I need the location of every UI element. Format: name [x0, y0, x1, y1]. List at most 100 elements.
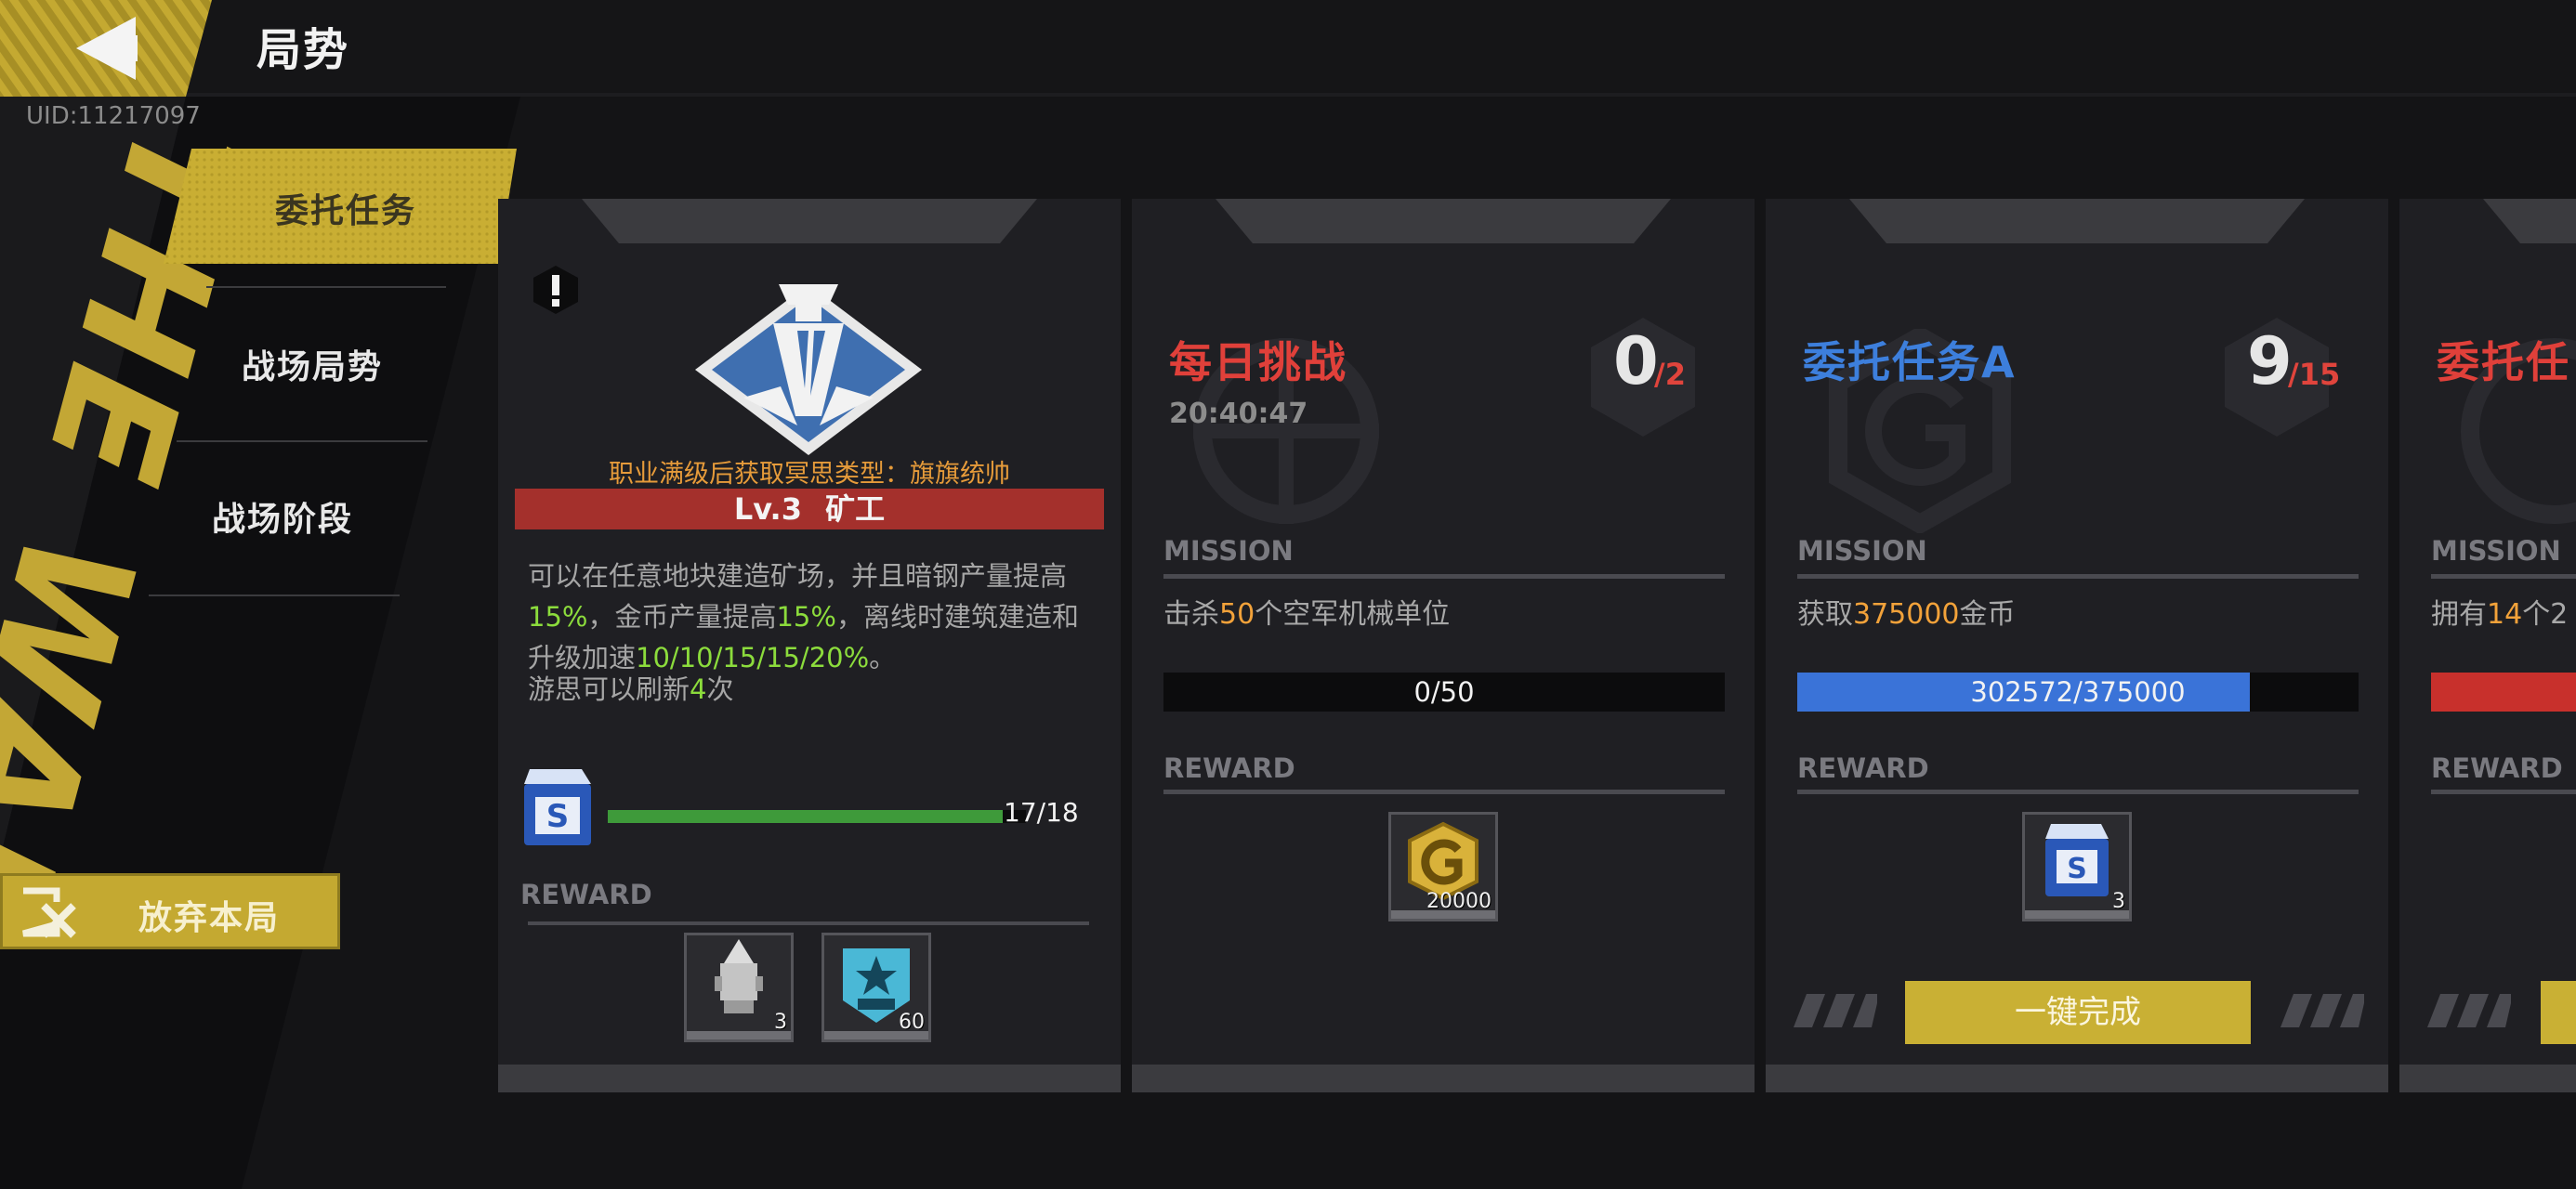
item-rarity-strip	[1391, 910, 1495, 919]
reward-label: REWARD	[1797, 752, 1929, 784]
counter-current: 0	[1613, 323, 1659, 399]
mission-text-part: 拥有	[2431, 598, 2487, 631]
mission-progress-bar: 302572/375000	[1797, 673, 2359, 712]
section-divider	[2431, 574, 2576, 579]
counter-total: /15	[2288, 357, 2341, 392]
profession-name: 矿工	[825, 491, 886, 527]
abandon-match-button[interactable]: 放弃本局	[0, 873, 340, 949]
mission-progress-bar: 0/50	[1163, 673, 1725, 712]
mission-text: 拥有14个2	[2431, 591, 2568, 632]
countdown-timer: 20:40:47	[1169, 398, 1308, 430]
reward-item[interactable]: 20000	[1388, 812, 1498, 921]
refresh-note: 游思可以刷新4次	[528, 669, 733, 710]
section-divider	[1797, 790, 2359, 794]
mission-label: MISSION	[1163, 535, 1294, 567]
mission-target-value: 14	[2487, 598, 2523, 631]
mission-progress-bar	[2431, 673, 2576, 712]
mission-text: 击杀50个空军机械单位	[1163, 591, 1450, 632]
hatch-decoration	[2280, 994, 2364, 1027]
desc-text: 游思可以刷新	[528, 673, 690, 705]
desc-text: 可以在任意地块建造矿场，并且暗钢产量提高	[528, 560, 1068, 592]
quick-complete-button[interactable]: 一键完成	[1905, 981, 2251, 1044]
reward-label: REWARD	[520, 879, 652, 910]
page-title: 局势	[256, 24, 350, 76]
mission-label: MISSION	[1797, 535, 1927, 567]
item-rarity-strip	[824, 1031, 928, 1039]
mission-title: 委托任务A	[1803, 337, 2017, 387]
section-divider	[528, 921, 1089, 925]
progress-text: 0/50	[1413, 676, 1475, 708]
mission-text-part: 个空军机械单位	[1255, 598, 1451, 631]
mission-card-partial: 委托任 MISSION 拥有14个2 REWARD	[2399, 199, 2576, 1092]
level-bar: Lv.3 矿工	[515, 489, 1104, 529]
mission-title: 委托任	[2437, 337, 2570, 387]
section-divider	[1163, 574, 1725, 579]
back-arrow-icon	[0, 0, 212, 97]
hatch-decoration	[2427, 994, 2511, 1027]
profession-card: 职业满级后获取冥思类型：旗旗统帅 Lv.3 矿工 可以在任意地块建造矿场，并且暗…	[498, 199, 1121, 1092]
desc-text: 次	[706, 673, 734, 705]
svg-text:S: S	[2067, 853, 2087, 885]
exclamation-icon	[533, 266, 578, 314]
mission-title: 每日挑战	[1169, 337, 1347, 387]
profession-description: 可以在任意地块建造矿场，并且暗钢产量提高15%，金币产量提高15%，离线时建筑建…	[528, 555, 1104, 678]
mission-text-part: 金币	[1959, 598, 2016, 631]
section-divider	[1797, 574, 2359, 579]
reward-item[interactable]: S 3	[2022, 812, 2132, 921]
drill-diamond-icon	[695, 284, 922, 455]
nav-divider	[177, 440, 427, 442]
card-bottom-strip	[1132, 1065, 1755, 1092]
nav-item-commission[interactable]: 委托任务	[164, 149, 517, 264]
exp-bar	[608, 810, 1026, 823]
exp-bar-fill	[608, 810, 1003, 823]
mission-target-value: 375000	[1853, 598, 1960, 631]
unlock-note: 职业满级后获取冥思类型：旗旗统帅	[609, 460, 1010, 489]
desc-text: 。	[869, 642, 897, 673]
svg-text:S: S	[546, 798, 570, 835]
supply-box-icon: S	[524, 769, 591, 845]
card-tab	[1216, 199, 1671, 243]
exp-text: 17/18	[1004, 797, 1079, 828]
mission-target-value: 50	[1219, 598, 1255, 631]
mission-label: MISSION	[2431, 535, 2561, 567]
desc-value: 4	[690, 673, 707, 705]
card-tab	[1849, 199, 2305, 243]
card-bottom-strip	[2399, 1065, 2576, 1092]
nav-divider	[149, 594, 400, 596]
reward-label: REWARD	[2431, 752, 2563, 784]
abandon-label: 放弃本局	[138, 899, 281, 937]
exit-icon	[22, 887, 76, 938]
mission-text: 获取375000金币	[1797, 591, 2016, 632]
nav-divider	[206, 286, 446, 288]
uid-label: UID:11217097	[26, 102, 201, 130]
top-bar: 局势	[0, 0, 2576, 97]
hatch-decoration	[1794, 994, 1877, 1027]
section-divider	[1163, 790, 1725, 794]
card-bottom-strip	[498, 1065, 1121, 1092]
card-tab	[2483, 199, 2576, 243]
card-tab	[582, 199, 1037, 243]
nav-item-label: 委托任务	[275, 192, 417, 230]
back-button[interactable]	[0, 0, 214, 97]
counter-total: /2	[1654, 357, 1686, 392]
counter-current: 9	[2247, 323, 2293, 399]
mission-text-part: 击杀	[1163, 598, 1219, 631]
nav-item-battlefield-situation[interactable]: 战场局势	[242, 340, 383, 388]
section-divider	[2431, 790, 2576, 794]
reward-label: REWARD	[1163, 752, 1295, 784]
mission-card-daily: 每日挑战 20:40:47 0 /2 MISSION 击杀50个空军机械单位 0…	[1132, 199, 1755, 1092]
item-rarity-strip	[687, 1031, 791, 1039]
progress-fill	[2431, 673, 2576, 712]
reward-item[interactable]: 60	[821, 933, 931, 1042]
nav-item-battlefield-stage[interactable]: 战场阶段	[212, 492, 353, 541]
desc-value: 15%	[776, 601, 836, 633]
card-bottom-strip	[1766, 1065, 2388, 1092]
mission-card-commission-a: 委托任务A 9 /15 MISSION 获取375000金币 302572/37…	[1766, 199, 2388, 1092]
mission-text-part: 个2	[2522, 598, 2569, 631]
reward-item[interactable]: 3	[684, 933, 794, 1042]
level-value: Lv.3	[733, 491, 802, 527]
game-screen: THE WAR 局势 UID:11217097 委托任务 战场局势 战场阶段 放…	[0, 0, 2576, 1189]
quick-complete-button[interactable]	[2541, 981, 2576, 1044]
desc-text: ，金币产量提高	[587, 601, 777, 633]
progress-text: 302572/375000	[1970, 676, 2186, 708]
